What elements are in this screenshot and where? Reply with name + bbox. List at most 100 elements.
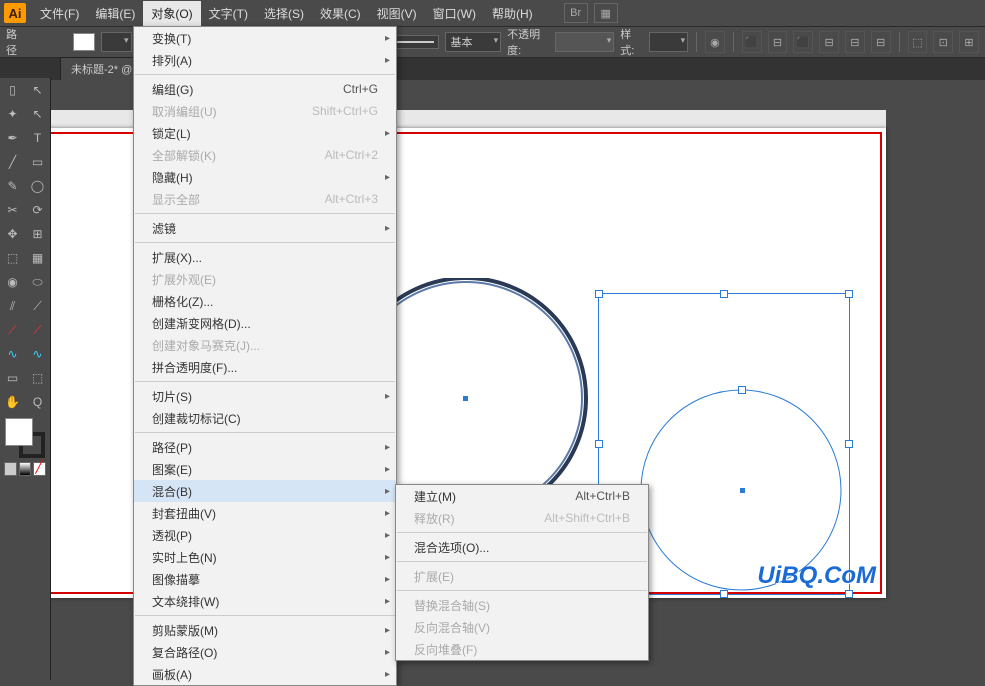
- object-menu-item-27[interactable]: 实时上色(N): [134, 546, 396, 568]
- tool-mesh[interactable]: ⫽: [0, 294, 25, 318]
- object-menu-item-29[interactable]: 文本绕排(W): [134, 590, 396, 612]
- recolor-icon[interactable]: ◉: [705, 31, 725, 53]
- blend-submenu-item-0[interactable]: 建立(M)Alt+Ctrl+B: [396, 485, 648, 507]
- object-menu-item-1[interactable]: 排列(A): [134, 49, 396, 71]
- tool-rotate[interactable]: ✥: [0, 222, 25, 246]
- object-menu-item-3[interactable]: 编组(G)Ctrl+G: [134, 78, 396, 100]
- object-menu-item-10[interactable]: 滤镜: [134, 217, 396, 239]
- object-menu-item-14[interactable]: 栅格化(Z)...: [134, 290, 396, 312]
- tool-pencil[interactable]: ◯: [25, 174, 50, 198]
- handle-bm[interactable]: [720, 590, 728, 598]
- tool-selection[interactable]: ↖: [25, 78, 50, 102]
- tool-line[interactable]: ╱: [0, 150, 25, 174]
- tool-perspective[interactable]: ⬭: [25, 270, 50, 294]
- color-mode-gradient[interactable]: [19, 462, 32, 476]
- object-menu-item-19[interactable]: 切片(S): [134, 385, 396, 407]
- tool-symbol[interactable]: ∿: [0, 342, 25, 366]
- object-menu-item-shortcut: Ctrl+G: [343, 82, 378, 96]
- tool-gradient[interactable]: ⟋: [25, 294, 50, 318]
- tool-0[interactable]: ▯: [0, 78, 25, 102]
- object-menu-item-26[interactable]: 透视(P): [134, 524, 396, 546]
- menu-select[interactable]: 选择(S): [256, 1, 312, 26]
- handle-mr[interactable]: [845, 440, 853, 448]
- object-menu-item-12[interactable]: 扩展(X)...: [134, 246, 396, 268]
- blend-submenu-item-3[interactable]: 混合选项(O)...: [396, 536, 648, 558]
- color-mode-color[interactable]: [4, 462, 17, 476]
- tool-direct-select[interactable]: ↖: [25, 102, 50, 126]
- bridge-icon[interactable]: Br: [564, 3, 588, 23]
- tool-graph[interactable]: ∿: [25, 342, 50, 366]
- edit-icon[interactable]: ⊞: [959, 31, 979, 53]
- tool-shape-builder[interactable]: ◉: [0, 270, 25, 294]
- transform-icon[interactable]: ⬚: [908, 31, 928, 53]
- align-top-icon[interactable]: ⊟: [819, 31, 839, 53]
- fill-dropdown[interactable]: [101, 32, 132, 52]
- tool-hand[interactable]: ✋: [0, 390, 25, 414]
- object-menu-item-31[interactable]: 剪贴蒙版(M): [134, 619, 396, 641]
- align-vcenter-icon[interactable]: ⊟: [845, 31, 865, 53]
- handle-tr[interactable]: [845, 290, 853, 298]
- handle-br[interactable]: [845, 590, 853, 598]
- object-menu-item-15[interactable]: 创建渐变网格(D)...: [134, 312, 396, 334]
- menu-file[interactable]: 文件(F): [32, 1, 87, 26]
- align-bottom-icon[interactable]: ⊟: [871, 31, 891, 53]
- blend-submenu-item-label: 混合选项(O)...: [414, 539, 630, 556]
- opacity-label: 不透明度:: [507, 26, 549, 58]
- tool-rectangle[interactable]: ▭: [25, 150, 50, 174]
- align-right-icon[interactable]: ⬛: [793, 31, 813, 53]
- menu-window[interactable]: 窗口(W): [425, 1, 484, 26]
- tool-scale[interactable]: ⊞: [25, 222, 50, 246]
- tool-blob[interactable]: ✂: [0, 198, 25, 222]
- menu-edit[interactable]: 编辑(E): [87, 1, 143, 26]
- object-menu-item-28[interactable]: 图像描摹: [134, 568, 396, 590]
- handle-tl[interactable]: [595, 290, 603, 298]
- align-hcenter-icon[interactable]: ⊟: [768, 31, 788, 53]
- handle-tm[interactable]: [720, 290, 728, 298]
- tool-pen[interactable]: ✒: [0, 126, 25, 150]
- object-menu-item-23[interactable]: 图案(E): [134, 458, 396, 480]
- handle-ml[interactable]: [595, 440, 603, 448]
- object-menu-item-0[interactable]: 变换(T): [134, 27, 396, 49]
- menu-help[interactable]: 帮助(H): [484, 1, 541, 26]
- isolate-icon[interactable]: ⊡: [933, 31, 953, 53]
- blend-submenu-item-label: 反向混合轴(V): [414, 619, 630, 636]
- tool-eyedropper[interactable]: ⟋: [0, 318, 25, 342]
- menu-view[interactable]: 视图(V): [369, 1, 425, 26]
- separator: [899, 32, 900, 52]
- watermark: UiBQ.CoM: [757, 562, 876, 590]
- tool-width[interactable]: ⬚: [0, 246, 25, 270]
- tool-type[interactable]: T: [25, 126, 50, 150]
- object-menu-item-label: 扩展外观(E): [152, 271, 378, 288]
- fill-color[interactable]: [5, 418, 33, 446]
- style-dropdown[interactable]: [649, 32, 689, 52]
- align-left-icon[interactable]: ⬛: [742, 31, 762, 53]
- tool-zoom[interactable]: Q: [25, 390, 50, 414]
- stroke-preset-dropdown[interactable]: 基本: [445, 32, 501, 52]
- fill-swatch[interactable]: [73, 33, 95, 51]
- tool-magic-wand[interactable]: ✦: [0, 102, 25, 126]
- object-menu-item-20[interactable]: 创建裁切标记(C): [134, 407, 396, 429]
- tab-untitled[interactable]: 未标题-2* @: [60, 57, 143, 80]
- tool-eraser[interactable]: ⟳: [25, 198, 50, 222]
- menu-effect[interactable]: 效果(C): [312, 1, 369, 26]
- object-menu-item-24[interactable]: 混合(B): [134, 480, 396, 502]
- tool-brush[interactable]: ✎: [0, 174, 25, 198]
- object-menu-item-7[interactable]: 隐藏(H): [134, 166, 396, 188]
- menu-type[interactable]: 文字(T): [201, 1, 256, 26]
- opacity-dropdown[interactable]: [555, 32, 614, 52]
- tool-artboard[interactable]: ▭: [0, 366, 25, 390]
- object-menu-item-32[interactable]: 复合路径(O): [134, 641, 396, 663]
- anchor-top[interactable]: [738, 386, 746, 394]
- fill-stroke-control[interactable]: [5, 418, 45, 458]
- object-menu-item-25[interactable]: 封套扭曲(V): [134, 502, 396, 524]
- object-menu-item-22[interactable]: 路径(P): [134, 436, 396, 458]
- arrange-docs-icon[interactable]: ▦: [594, 3, 618, 23]
- object-menu-item-5[interactable]: 锁定(L): [134, 122, 396, 144]
- tool-blend[interactable]: ⟋: [25, 318, 50, 342]
- tool-slice[interactable]: ⬚: [25, 366, 50, 390]
- object-menu-item-17[interactable]: 拼合透明度(F)...: [134, 356, 396, 378]
- tool-free-transform[interactable]: ▦: [25, 246, 50, 270]
- color-mode-none[interactable]: ╱: [33, 462, 46, 476]
- object-menu-item-33[interactable]: 画板(A): [134, 663, 396, 685]
- menu-object[interactable]: 对象(O): [143, 1, 200, 26]
